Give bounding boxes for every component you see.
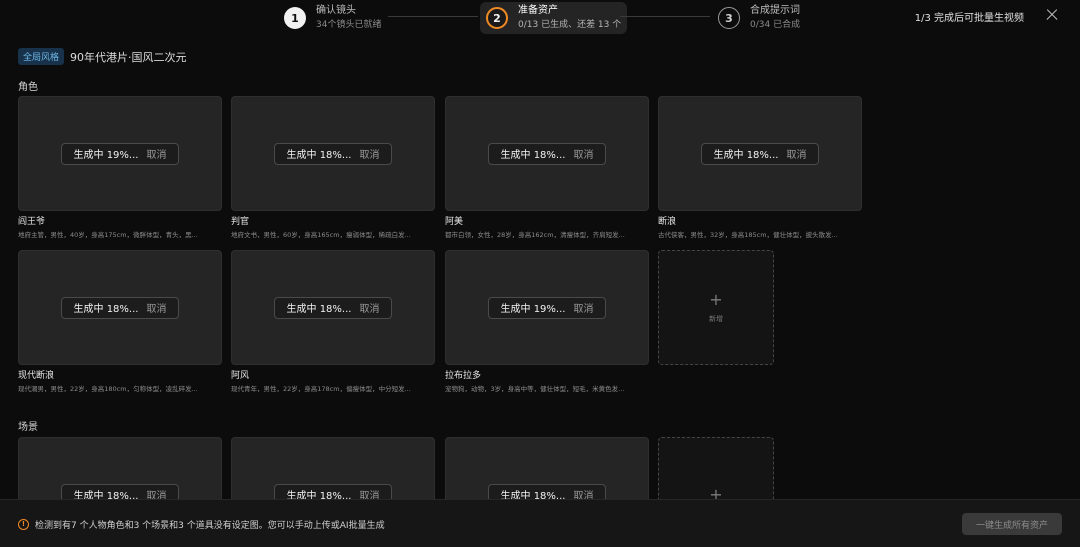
cancel-button[interactable]: 取消 — [573, 146, 593, 161]
generating-status: 生成中 18%... 取消 — [273, 142, 393, 165]
character-description: 古代侠客，男性，32岁，身高185cm，健壮体型，披头散发... — [658, 231, 838, 239]
section-title-scenes: 场景 — [18, 422, 38, 433]
step-number: 1 — [284, 7, 306, 29]
status-text: 生成中 19%... — [500, 304, 566, 315]
character-card[interactable]: 生成中 19%... 取消 阎王爷 地府主管，男性，40岁，身高175cm，微胖… — [18, 96, 222, 240]
step-confirm-shots[interactable]: 1 确认镜头 34个镜头已就绪 — [284, 2, 381, 34]
generating-status: 生成中 18%... 取消 — [487, 142, 607, 165]
character-description: 宠物狗，动物，3岁，身高中等，健壮体型，短毛，米黄色发... — [445, 385, 625, 393]
add-character-button[interactable]: + 新增 — [658, 250, 774, 365]
section-title-characters: 角色 — [18, 82, 38, 93]
step-number: 3 — [718, 7, 740, 29]
character-description: 地府文书，男性，60岁，身高165cm，瘦弱体型，稀疏白发... — [231, 231, 411, 239]
generating-status: 生成中 19%... 取消 — [60, 142, 180, 165]
step-connector — [620, 16, 710, 17]
character-name: 拉布拉多 — [445, 371, 482, 381]
status-text: 生成中 18%... — [73, 304, 139, 315]
character-name: 阿风 — [231, 371, 250, 381]
step-subtitle: 0/34 已合成 — [750, 20, 801, 30]
status-text: 生成中 18%... — [713, 150, 779, 161]
character-card[interactable]: 生成中 18%... 取消 断浪 古代侠客，男性，32岁，身高185cm，健壮体… — [658, 96, 862, 240]
cancel-button[interactable]: 取消 — [359, 300, 379, 315]
generate-all-assets-button[interactable]: 一键生成所有资产 — [962, 513, 1062, 535]
cancel-button[interactable]: 取消 — [359, 146, 379, 161]
status-text: 生成中 19%... — [73, 150, 139, 161]
character-thumbnail[interactable]: 生成中 18%... 取消 — [231, 250, 435, 365]
character-thumbnail[interactable]: 生成中 18%... 取消 — [445, 96, 649, 211]
add-label: 新增 — [709, 314, 723, 323]
generating-status: 生成中 18%... 取消 — [60, 296, 180, 319]
character-name: 阎王爷 — [18, 217, 46, 227]
character-name: 现代断浪 — [18, 371, 55, 381]
character-name: 断浪 — [658, 217, 677, 227]
status-text: 生成中 18%... — [286, 304, 352, 315]
cancel-button[interactable]: 取消 — [573, 300, 593, 315]
asset-prep-page: 1 确认镜头 34个镜头已就绪 2 准备资产 0/13 已生成、还差 13 个 … — [0, 0, 1080, 547]
character-thumbnail[interactable]: 生成中 19%... 取消 — [18, 96, 222, 211]
status-text: 生成中 18%... — [500, 150, 566, 161]
cancel-button[interactable]: 取消 — [786, 146, 806, 161]
character-description: 现代潮男，男性，22岁，身高180cm，匀称体型，凌乱碎发... — [18, 385, 198, 393]
step-compose-prompts[interactable]: 3 合成提示词 0/34 已合成 — [718, 2, 800, 34]
missing-assets-warning: 检测到有7 个人物角色和3 个场景和3 个道具没有设定图。您可以手动上传或AI批… — [35, 521, 385, 531]
character-card[interactable]: 生成中 19%... 取消 拉布拉多 宠物狗，动物，3岁，身高中等，健壮体型，短… — [445, 250, 649, 394]
close-icon[interactable] — [1044, 7, 1060, 23]
step-subtitle: 0/13 已生成、还差 13 个 — [518, 20, 622, 30]
step-title: 确认镜头 — [316, 5, 356, 16]
character-card[interactable]: 生成中 18%... 取消 现代断浪 现代潮男，男性，22岁，身高180cm，匀… — [18, 250, 222, 394]
character-name: 阿美 — [445, 217, 464, 227]
generating-status: 生成中 18%... 取消 — [273, 296, 393, 319]
step-prepare-assets[interactable]: 2 准备资产 0/13 已生成、还差 13 个 — [480, 2, 628, 34]
character-thumbnail[interactable]: 生成中 18%... 取消 — [658, 96, 862, 211]
generating-status: 生成中 18%... 取消 — [700, 142, 820, 165]
step-title: 合成提示词 — [750, 5, 800, 16]
character-thumbnail[interactable]: 生成中 19%... 取消 — [445, 250, 649, 365]
cancel-button[interactable]: 取消 — [146, 300, 166, 315]
step-number: 2 — [486, 7, 508, 29]
status-text: 生成中 18%... — [286, 150, 352, 161]
global-style: 全局风格 90年代港片·国风二次元 — [18, 48, 187, 65]
character-thumbnail[interactable]: 生成中 18%... 取消 — [18, 250, 222, 365]
generating-status: 生成中 19%... 取消 — [487, 296, 607, 319]
warning-icon: ! — [18, 519, 29, 530]
character-thumbnail[interactable]: 生成中 18%... 取消 — [231, 96, 435, 211]
step-title: 准备资产 — [518, 5, 558, 16]
plus-icon: + — [709, 289, 723, 309]
step-connector — [388, 16, 478, 17]
bottom-bar: ! 检测到有7 个人物角色和3 个场景和3 个道具没有设定图。您可以手动上传或A… — [0, 499, 1080, 547]
character-name: 判官 — [231, 217, 250, 227]
character-card[interactable]: 生成中 18%... 取消 阿风 现代青年，男性，22岁，身高178cm，偏瘦体… — [231, 250, 435, 394]
global-style-value: 90年代港片·国风二次元 — [70, 50, 187, 64]
global-style-badge: 全局风格 — [18, 48, 65, 65]
character-description: 现代青年，男性，22岁，身高178cm，偏瘦体型，中分短发... — [231, 385, 411, 393]
character-card[interactable]: 生成中 18%... 取消 判官 地府文书，男性，60岁，身高165cm，瘦弱体… — [231, 96, 435, 240]
character-description: 地府主管，男性，40岁，身高175cm，微胖体型，青头，黑... — [18, 231, 198, 239]
character-card[interactable]: 生成中 18%... 取消 阿美 都市白领，女性，28岁，身高162cm，清瘦体… — [445, 96, 649, 240]
cancel-button[interactable]: 取消 — [146, 146, 166, 161]
character-description: 都市白领，女性，28岁，身高162cm，清瘦体型，齐肩短发... — [445, 231, 625, 239]
progress-note: 1/3 完成后可批量生视频 — [914, 13, 1024, 24]
step-subtitle: 34个镜头已就绪 — [316, 20, 382, 30]
